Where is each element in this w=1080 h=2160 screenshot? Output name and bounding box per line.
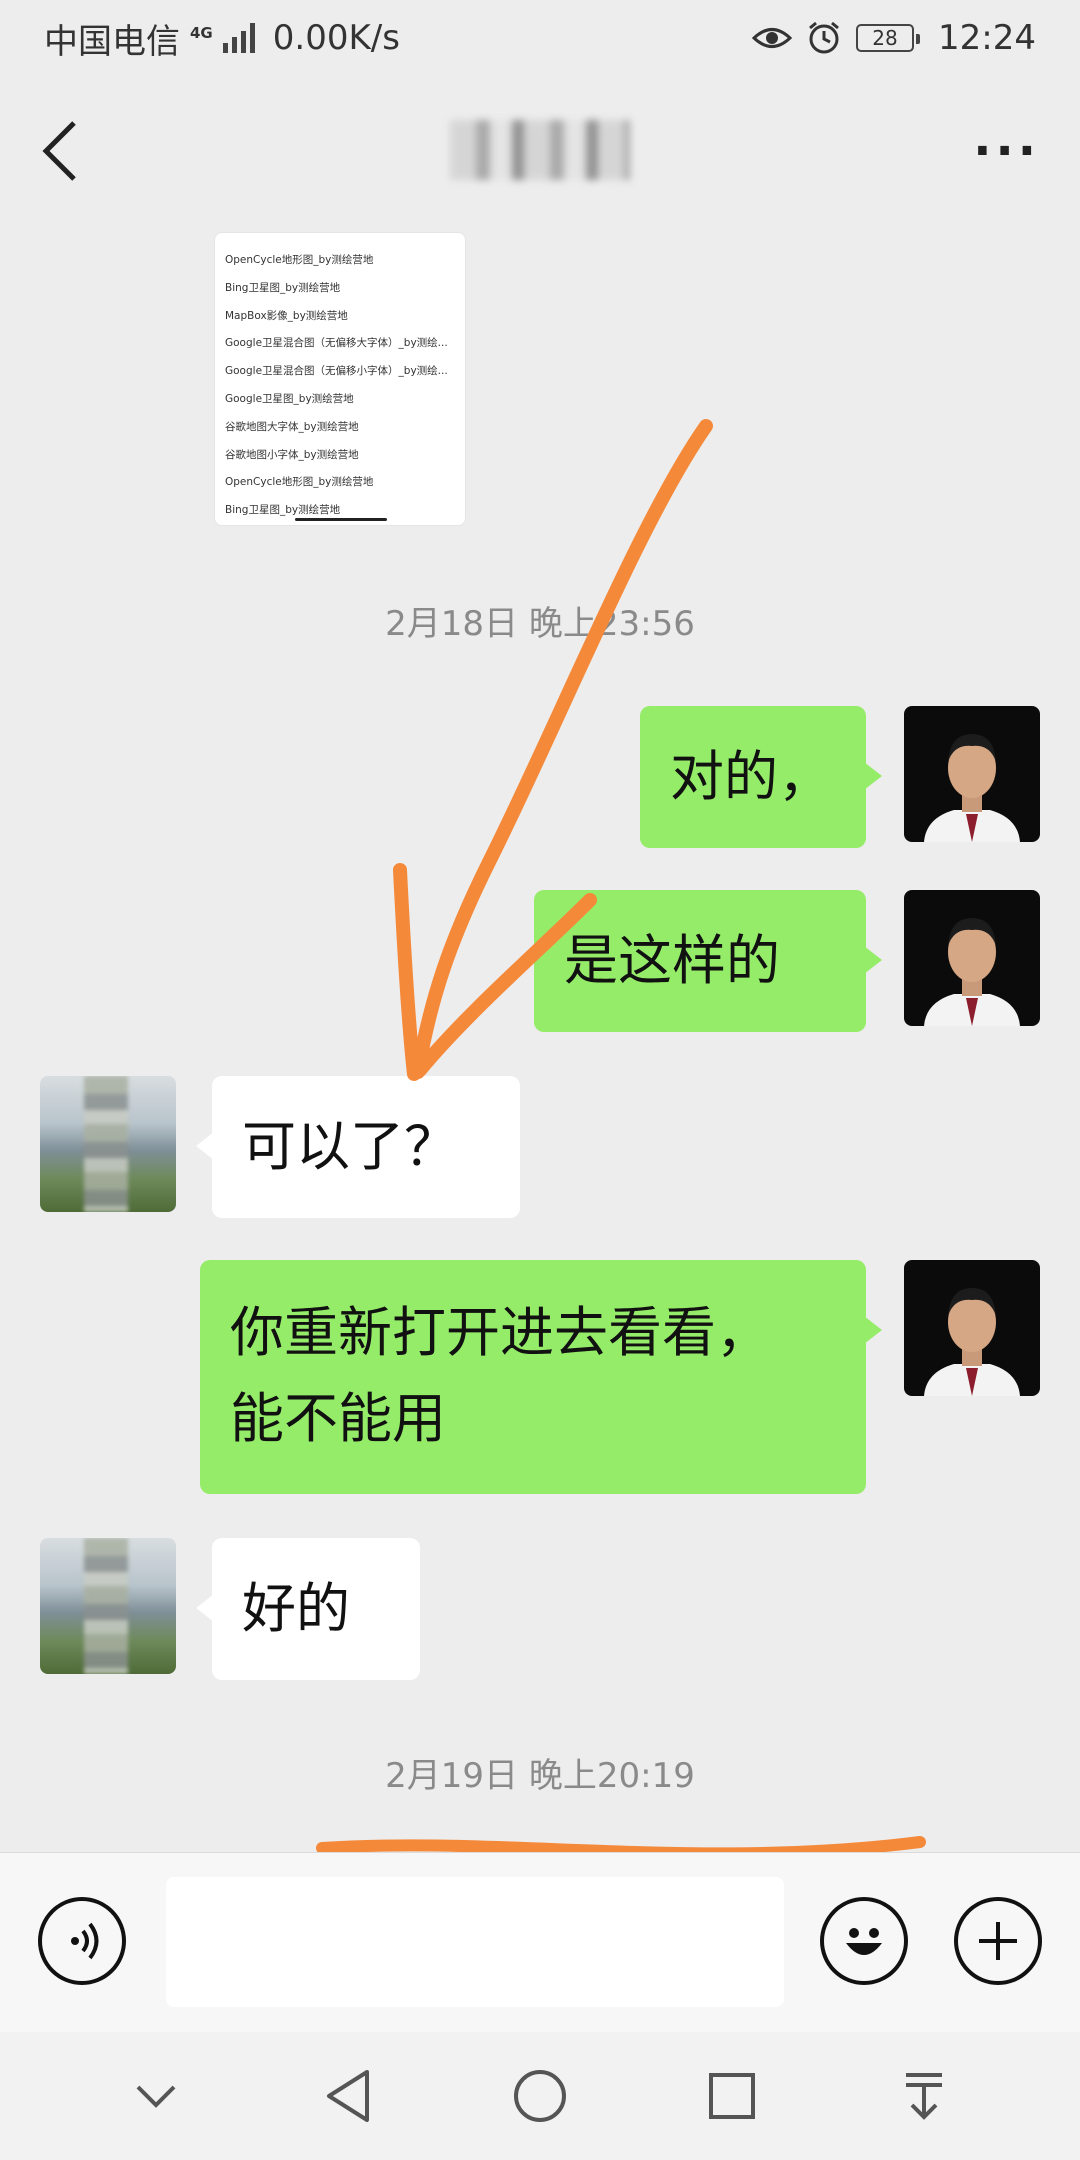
chevron-down-icon	[136, 2085, 176, 2108]
message-bubble-other[interactable]: 可以了？	[196, 1076, 520, 1218]
clock: 12:24	[938, 18, 1036, 58]
message-text-line: 你重新打开进去看看，	[230, 1301, 770, 1364]
file-list-item: MapBox影像_by测绘营地	[225, 309, 348, 322]
voice-icon	[71, 1922, 99, 1960]
message-bubble-self[interactable]: 是这样的	[534, 890, 882, 1032]
nav-recents-button[interactable]	[697, 2061, 767, 2131]
message-timestamp: 2月19日 晚上20:19	[385, 1756, 695, 1796]
more-options-button[interactable]: ···	[973, 123, 1040, 179]
back-button[interactable]	[40, 111, 100, 191]
self-avatar[interactable]	[904, 1260, 1040, 1396]
signal-strength-icon	[222, 23, 255, 53]
message-text: 是这样的	[564, 929, 780, 992]
avatar-redaction	[84, 1076, 128, 1212]
alarm-icon	[809, 21, 839, 54]
annotation-arrowhead-left	[393, 863, 421, 1081]
status-bar: 中国电信 4G 0.00K/s 28 12:24	[0, 0, 1080, 76]
square-recents-icon	[709, 2073, 755, 2119]
file-list-item: Google卫星混合图（无偏移小字体）_by测绘...	[225, 365, 448, 378]
circle-home-icon	[514, 2070, 566, 2122]
message-bubble-other[interactable]: 好的	[196, 1538, 420, 1680]
plus-icon	[979, 1922, 1017, 1960]
message-timestamp: 2月18日 晚上23:56	[385, 604, 695, 644]
chat-header: ···	[0, 96, 1080, 206]
system-nav-bar	[0, 2032, 1080, 2160]
file-list-item: Google卫星混合图（无偏移大字体）_by测绘...	[225, 337, 448, 350]
message-bubble-self[interactable]: 你重新打开进去看看， 能不能用	[200, 1260, 882, 1494]
message-input[interactable]	[166, 1877, 784, 2007]
smiley-icon	[846, 1928, 882, 1955]
pull-down-icon	[906, 2073, 942, 2120]
file-list-item: OpenCycle地形图_by测绘营地	[225, 476, 374, 489]
network-type-icon: 4G	[190, 24, 213, 42]
back-arrow-icon	[42, 121, 76, 181]
portrait-icon	[924, 734, 1020, 842]
message-bubble-self[interactable]: 对的，	[640, 706, 882, 848]
battery-level: 28	[872, 26, 898, 50]
file-list-item: 谷歌地图大字体_by测绘营地	[225, 420, 359, 433]
more-functions-button[interactable]	[954, 1897, 1042, 1985]
file-list-item: Google卫星图_by测绘营地	[225, 392, 354, 405]
avatar-redaction	[84, 1538, 128, 1674]
message-text: 对的，	[670, 745, 832, 808]
self-avatar[interactable]	[904, 890, 1040, 1026]
portrait-icon	[924, 918, 1020, 1026]
message-text: 好的	[242, 1577, 350, 1640]
triangle-back-icon	[327, 2070, 369, 2122]
preview-scroll-indicator	[295, 518, 387, 521]
file-list-item: OpenCycle地形图_by测绘营地	[225, 254, 374, 266]
nav-notifications-button[interactable]	[889, 2061, 959, 2131]
nav-back-button[interactable]	[313, 2061, 383, 2131]
message-text-line: 能不能用	[230, 1387, 446, 1450]
shared-file-preview[interactable]: OpenCycle地形图_by测绘营地 Bing卫星图_by测绘营地 MapBo…	[214, 232, 466, 526]
self-avatar[interactable]	[904, 706, 1040, 842]
nav-home-button[interactable]	[505, 2061, 575, 2131]
battery-icon: 28	[856, 24, 921, 52]
network-speed: 0.00K/s	[272, 18, 400, 58]
portrait-icon	[924, 1288, 1020, 1396]
contact-avatar[interactable]	[40, 1076, 176, 1212]
message-text: 可以了？	[242, 1115, 458, 1178]
chat-input-bar	[0, 1852, 1080, 2032]
carrier-label: 中国电信	[44, 21, 180, 62]
nav-hide-button[interactable]	[121, 2061, 191, 2131]
emoji-button[interactable]	[820, 1897, 908, 1985]
contact-avatar[interactable]	[40, 1538, 176, 1674]
contact-name-redacted	[450, 120, 630, 180]
voice-input-button[interactable]	[38, 1897, 126, 1985]
file-list-item: 谷歌地图小字体_by测绘营地	[225, 448, 359, 461]
eye-comfort-icon	[752, 28, 793, 48]
file-list-item: Bing卫星图_by测绘营地	[225, 281, 341, 294]
